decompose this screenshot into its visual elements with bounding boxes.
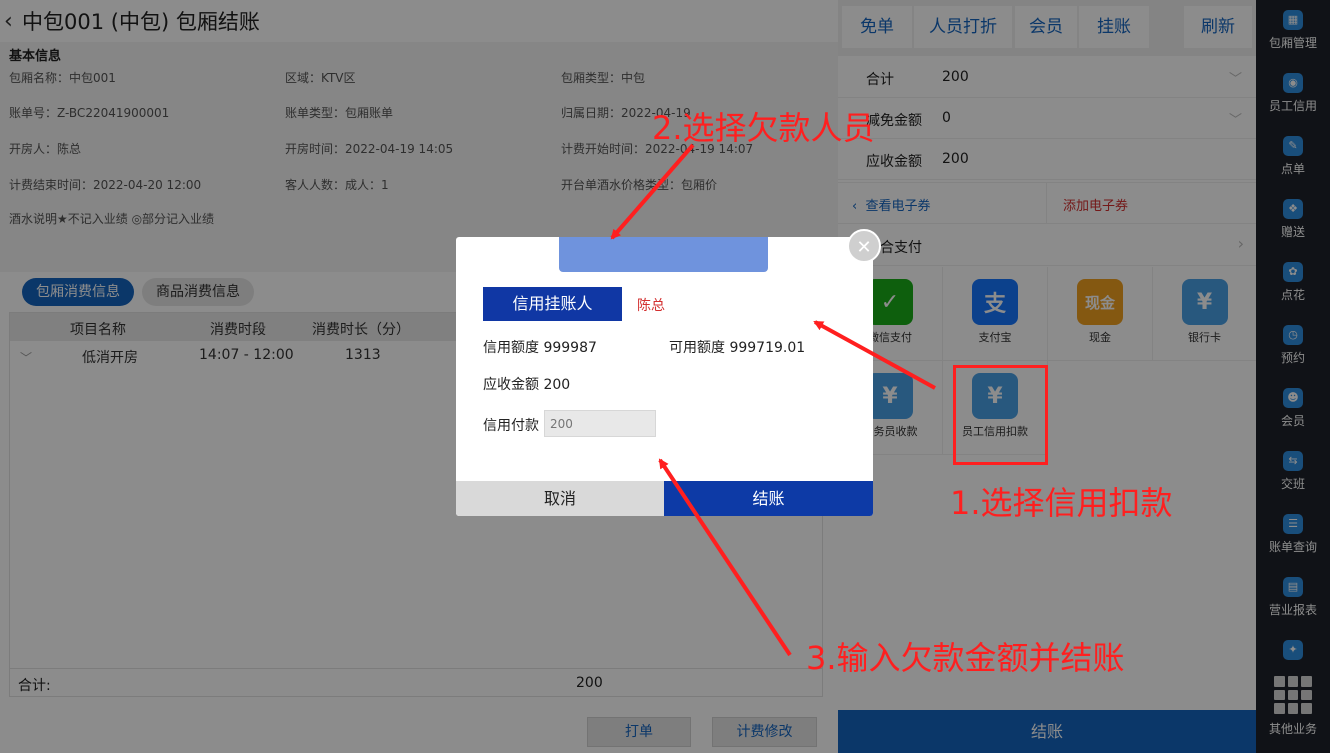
available-credit: 可用额度 999719.01	[669, 337, 805, 357]
dialog-header-bar	[559, 237, 768, 272]
credit-pay-label: 信用付款	[483, 418, 539, 434]
annotation-highlight-box	[953, 365, 1048, 465]
select-credit-person-button[interactable]: 信用挂账人	[483, 287, 622, 321]
receivable-value: 200	[543, 377, 571, 393]
credit-payment-dialog: ✕ 信用挂账人 陈总 信用额度 999987 可用额度 999719.01 应收…	[456, 229, 881, 516]
annotation-step-2: 2.选择欠款人员	[652, 109, 875, 147]
credit-limit-value: 999987	[543, 340, 597, 356]
available-credit-value: 999719.01	[729, 340, 806, 356]
credit-limit-label: 信用额度	[483, 340, 539, 356]
annotation-step-3: 3.输入欠款金额并结账	[806, 639, 1125, 677]
available-credit-label: 可用额度	[669, 340, 725, 356]
cancel-button[interactable]: 取消	[456, 481, 664, 516]
credit-limit: 信用额度 999987	[483, 337, 597, 357]
confirm-settle-button[interactable]: 结账	[664, 481, 873, 516]
receivable-amount: 应收金额 200	[483, 374, 570, 394]
credit-person-name: 陈总	[637, 298, 665, 314]
receivable-label: 应收金额	[483, 377, 539, 393]
annotation-step-1: 1.选择信用扣款	[950, 484, 1173, 522]
close-icon[interactable]: ✕	[847, 229, 881, 263]
credit-pay-input[interactable]	[544, 410, 656, 437]
